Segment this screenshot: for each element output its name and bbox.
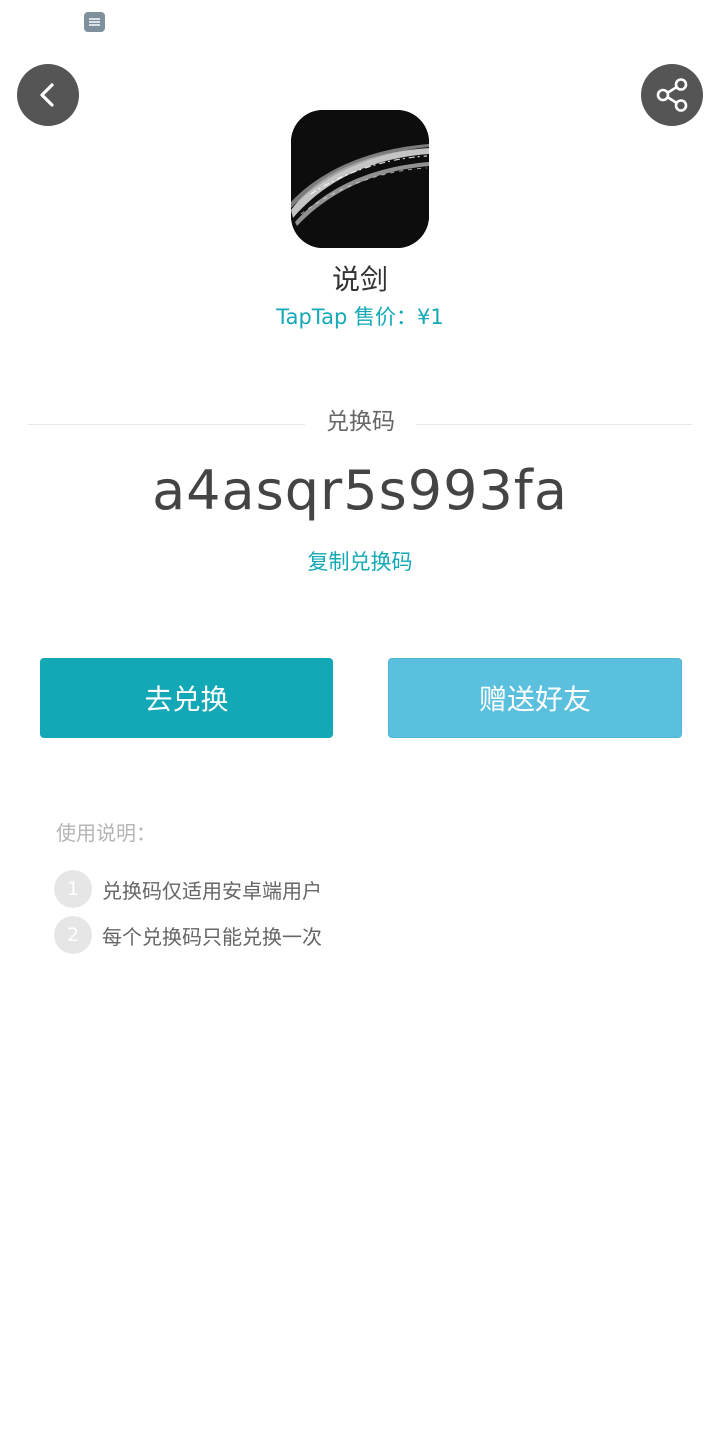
share-icon — [656, 78, 688, 112]
instruction-item: 2 每个兑换码只能兑换一次 — [54, 916, 322, 954]
gift-friend-button[interactable]: 赠送好友 — [388, 658, 682, 738]
chevron-left-icon — [40, 83, 54, 107]
instruction-number: 2 — [54, 916, 92, 954]
instruction-text: 每个兑换码只能兑换一次 — [102, 924, 322, 949]
divider-right — [416, 424, 692, 425]
app-name: 说剑 — [331, 263, 388, 296]
instructions-title: 使用说明： — [56, 821, 156, 845]
code-label: 兑换码 — [326, 409, 395, 435]
app-icon — [291, 110, 429, 248]
redeem-code: a4asqr5s993fa — [152, 459, 568, 522]
notification-icon — [84, 12, 105, 32]
share-button[interactable] — [641, 64, 703, 126]
instruction-text: 兑换码仅适用安卓端用户 — [102, 878, 322, 903]
back-button[interactable] — [17, 64, 79, 126]
instruction-number: 1 — [54, 870, 92, 908]
redeem-button[interactable]: 去兑换 — [40, 658, 333, 738]
app-price: TapTap 售价：¥1 — [276, 305, 444, 329]
instruction-item: 1 兑换码仅适用安卓端用户 — [54, 870, 322, 908]
divider-left — [28, 424, 305, 425]
copy-code-link[interactable]: 复制兑换码 — [260, 546, 460, 578]
